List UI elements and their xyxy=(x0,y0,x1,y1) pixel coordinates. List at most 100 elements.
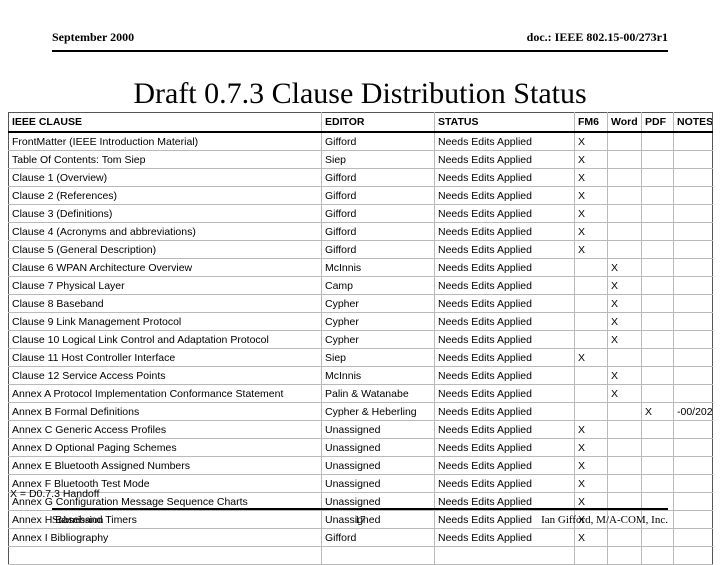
column-header-pdf: PDF xyxy=(641,112,674,133)
cell-word xyxy=(607,456,642,475)
cell-editor: Cypher xyxy=(321,294,435,313)
cell-clause: Clause 7 Physical Layer xyxy=(8,276,322,295)
cell-editor: Palin & Watanabe xyxy=(321,384,435,403)
cell-pdf xyxy=(641,348,674,367)
table-row: Clause 4 (Acronyms and abbreviations) Gif… xyxy=(8,222,713,241)
cell-fm6: X xyxy=(574,150,608,169)
cell-notes xyxy=(673,258,713,277)
cell-notes xyxy=(673,474,713,493)
cell-clause: Clause 2 (References) xyxy=(8,186,322,205)
cell-pdf xyxy=(641,528,674,547)
cell-notes xyxy=(673,276,713,295)
cell-fm6: X xyxy=(574,131,608,151)
cell-fm6: X xyxy=(574,420,608,439)
table-row: Clause 5 (General Description) Gifford Nee… xyxy=(8,240,713,259)
cell-notes xyxy=(673,222,713,241)
table-body: FrontMatter (IEEE Introduction Material)… xyxy=(8,131,713,565)
cell-fm6: X xyxy=(574,186,608,205)
cell-editor: Unassigned xyxy=(321,474,435,493)
table-row: Clause 12 Service Access Points McInnis Ne… xyxy=(8,366,713,385)
cell-editor: Siep xyxy=(321,348,435,367)
cell-fm6: X xyxy=(574,348,608,367)
cell-clause: Annex E Bluetooth Assigned Numbers xyxy=(8,456,322,475)
table-row: FrontMatter (IEEE Introduction Material)… xyxy=(8,131,713,151)
table-row: Clause 6 WPAN Architecture Overview McInn… xyxy=(8,258,713,277)
cell-word: X xyxy=(607,330,642,349)
cell-pdf xyxy=(641,222,674,241)
cell-clause: Clause 11 Host Controller Interface xyxy=(8,348,322,367)
cell-clause: Clause 9 Link Management Protocol xyxy=(8,312,322,331)
cell-clause: Clause 1 (Overview) xyxy=(8,168,322,187)
cell-pdf xyxy=(641,456,674,475)
footer-submission-label: Submission xyxy=(52,514,104,526)
cell-word xyxy=(607,240,642,259)
cell-fm6 xyxy=(574,384,608,403)
header-doc-number: doc.: IEEE 802.15-00/273r1 xyxy=(526,30,668,44)
cell-notes xyxy=(673,528,713,547)
cell-status: Needs Edits Applied xyxy=(434,294,575,313)
cell-status: Needs Edits Applied xyxy=(434,150,575,169)
cell-word xyxy=(607,474,642,493)
header-date: September 2000 xyxy=(52,30,135,44)
cell-notes xyxy=(673,240,713,259)
cell-editor: Gifford xyxy=(321,222,435,241)
cell-word xyxy=(607,528,642,547)
cell-word: X xyxy=(607,276,642,295)
cell-empty xyxy=(673,546,713,565)
column-header-fm6: FM6 xyxy=(574,112,608,133)
cell-fm6 xyxy=(574,294,608,313)
cell-empty xyxy=(8,546,322,565)
cell-editor: Unassigned xyxy=(321,456,435,475)
cell-word xyxy=(607,186,642,205)
table-row: Annex F Bluetooth Test Mode Unassigned Nee… xyxy=(8,474,713,493)
cell-word xyxy=(607,438,642,457)
cell-editor: Gifford xyxy=(321,186,435,205)
column-header-word: Word xyxy=(607,112,642,133)
table-header-row: IEEE CLAUSE EDITOR STATUS FM6 Word PDF N… xyxy=(8,112,713,133)
cell-notes xyxy=(673,366,713,385)
table-row: Annex B Formal Definitions Cypher & Heber… xyxy=(8,402,713,421)
cell-fm6: X xyxy=(574,240,608,259)
cell-editor: Gifford xyxy=(321,131,435,151)
cell-fm6: X xyxy=(574,222,608,241)
cell-fm6 xyxy=(574,312,608,331)
table-row: Clause 9 Link Management Protocol Cypher N… xyxy=(8,312,713,331)
table-row: Clause 2 (References) Gifford Needs Edits … xyxy=(8,186,713,205)
cell-clause: Clause 12 Service Access Points xyxy=(8,366,322,385)
cell-fm6: X xyxy=(574,456,608,475)
cell-notes xyxy=(673,456,713,475)
cell-notes xyxy=(673,330,713,349)
cell-word: X xyxy=(607,384,642,403)
cell-pdf xyxy=(641,186,674,205)
slide-footer: Submission 17 Ian Gifford, M/A-COM, Inc. xyxy=(52,508,668,528)
cell-status: Needs Edits Applied xyxy=(434,258,575,277)
cell-status: Needs Edits Applied xyxy=(434,186,575,205)
cell-status: Needs Edits Applied xyxy=(434,222,575,241)
cell-word xyxy=(607,348,642,367)
cell-status: Needs Edits Applied xyxy=(434,474,575,493)
column-header-status: STATUS xyxy=(434,112,575,133)
cell-status: Needs Edits Applied xyxy=(434,528,575,547)
cell-clause: Table Of Contents: Tom Siep xyxy=(8,150,322,169)
cell-clause: Annex D Optional Paging Schemes xyxy=(8,438,322,457)
cell-word xyxy=(607,204,642,223)
cell-pdf xyxy=(641,420,674,439)
cell-notes xyxy=(673,150,713,169)
cell-word xyxy=(607,420,642,439)
cell-editor: Camp xyxy=(321,276,435,295)
cell-notes xyxy=(673,384,713,403)
cell-status: Needs Edits Applied xyxy=(434,384,575,403)
table-row: Annex I Bibliography Gifford Needs Edits A… xyxy=(8,528,713,547)
cell-clause: Clause 8 Baseband xyxy=(8,294,322,313)
table-filler-row xyxy=(8,546,713,565)
cell-fm6: X xyxy=(574,204,608,223)
cell-status: Needs Edits Applied xyxy=(434,456,575,475)
cell-notes xyxy=(673,204,713,223)
cell-clause: FrontMatter (IEEE Introduction Material) xyxy=(8,131,322,151)
cell-notes xyxy=(673,131,713,151)
cell-notes xyxy=(673,420,713,439)
cell-clause: Clause 5 (General Description) xyxy=(8,240,322,259)
column-header-clause: IEEE CLAUSE xyxy=(8,112,322,133)
table-row: Clause 1 (Overview) Gifford Needs Edits Ap… xyxy=(8,168,713,187)
cell-editor: Siep xyxy=(321,150,435,169)
